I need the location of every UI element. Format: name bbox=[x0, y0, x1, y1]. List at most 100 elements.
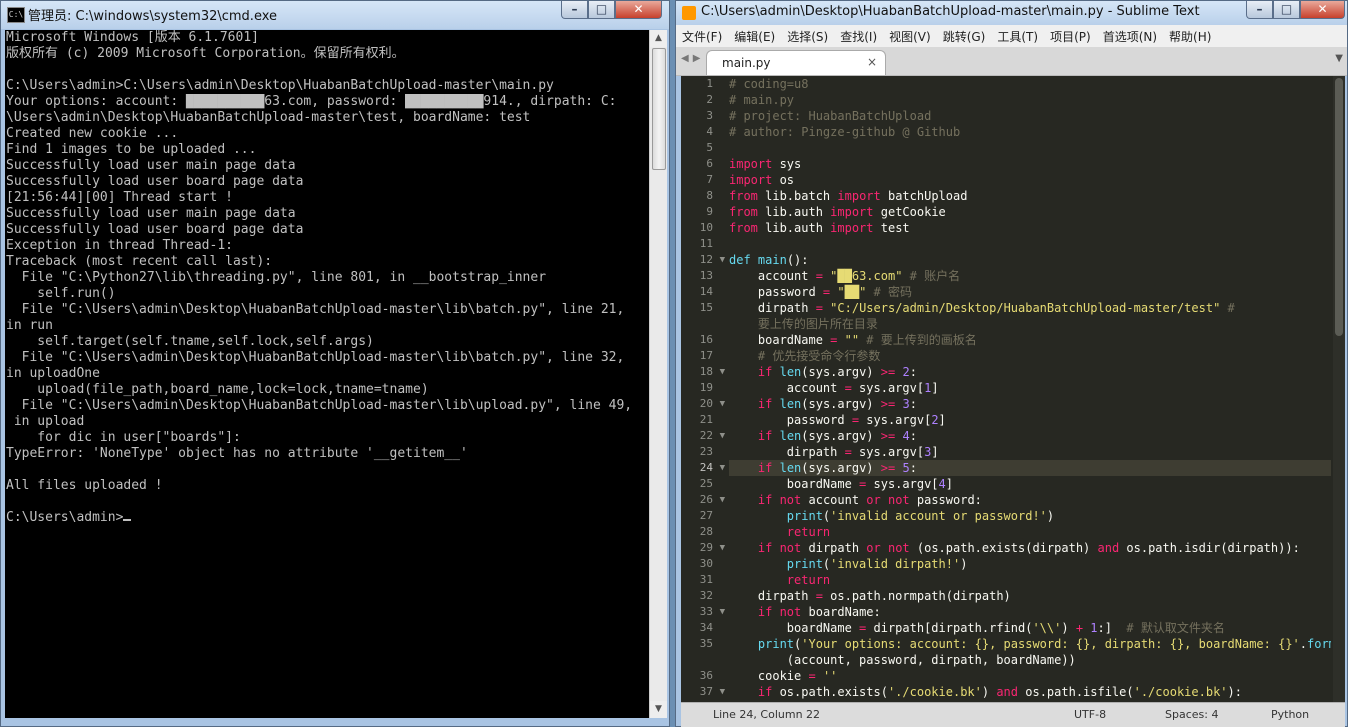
fold-arrow-icon[interactable]: ▼ bbox=[720, 540, 725, 556]
code-token: 'invalid account or password!' bbox=[830, 509, 1047, 523]
code-token: (sys.argv) bbox=[801, 397, 881, 411]
code-token: dirpath[dirpath.rfind( bbox=[866, 621, 1033, 635]
console-line: File "C:\Python27\lib\threading.py", lin… bbox=[6, 270, 547, 285]
code-token: boardName: bbox=[801, 605, 881, 619]
console-line: Successfully load user board page data bbox=[6, 174, 304, 189]
indentation-indicator[interactable]: Spaces: 4 bbox=[1165, 708, 1218, 721]
code-token: if not bbox=[757, 541, 802, 555]
code-token: = bbox=[844, 381, 852, 395]
cmd-scroll-thumb[interactable] bbox=[652, 48, 666, 170]
code-token: + bbox=[1075, 621, 1084, 635]
console-line: Traceback (most recent call last): bbox=[6, 254, 273, 269]
code-token: password: bbox=[909, 493, 982, 507]
code-token: lib.auth bbox=[757, 205, 831, 219]
code-token: batchUpload bbox=[880, 189, 968, 203]
line-number: 12 ▼ bbox=[699, 252, 725, 268]
minimize-icon[interactable]: – bbox=[1246, 1, 1273, 19]
code-line: if len(sys.argv) >= 3: bbox=[729, 396, 1331, 412]
syntax-indicator[interactable]: Python bbox=[1271, 708, 1309, 721]
code-line: return bbox=[729, 572, 1331, 588]
code-token: os bbox=[772, 173, 795, 187]
code-token: 'Your options: account: {}, password: {}… bbox=[801, 637, 1300, 651]
code-token: './cookie.bk' bbox=[1133, 685, 1228, 699]
tab-dropdown-icon[interactable]: ▼ bbox=[1335, 53, 1343, 64]
tab-close-icon[interactable]: × bbox=[867, 55, 877, 69]
close-icon[interactable]: ✕ bbox=[615, 1, 662, 19]
cmd-app-icon[interactable]: C:\ bbox=[7, 7, 25, 23]
menu-item[interactable]: 首选项(N) bbox=[1097, 28, 1163, 45]
fold-arrow-icon[interactable]: ▼ bbox=[720, 492, 725, 508]
maximize-icon[interactable]: □ bbox=[588, 1, 615, 19]
fold-arrow-icon[interactable]: ▼ bbox=[720, 428, 725, 444]
menu-item[interactable]: 选择(S) bbox=[781, 28, 834, 45]
code-token: (sys.argv) bbox=[801, 365, 881, 379]
scroll-up-icon[interactable]: ▲ bbox=[650, 30, 667, 47]
fold-arrow-icon[interactable]: ▼ bbox=[720, 252, 725, 268]
code-token: format bbox=[1307, 637, 1331, 651]
code-editor[interactable]: 1 2 3 4 5 6 7 8 9 10 11 12 ▼ 13 14 15 16 17 18 ▼ 19 20 ▼ 21 22 ▼ 2… bbox=[681, 76, 1345, 702]
close-icon[interactable]: ✕ bbox=[1300, 1, 1345, 19]
code-area[interactable]: # coding=u8 # main.py # project: HuabanBat… bbox=[729, 76, 1331, 702]
code-token: len bbox=[779, 397, 802, 411]
code-line: if not boardName: bbox=[729, 604, 1331, 620]
menu-item[interactable]: 查找(I) bbox=[834, 28, 883, 45]
fold-arrow-icon[interactable]: ▼ bbox=[720, 396, 725, 412]
tab-scroll-arrows-icon[interactable]: ◀▶ bbox=[681, 53, 704, 64]
menu-item[interactable]: 跳转(G) bbox=[937, 28, 992, 45]
code-line: import os bbox=[729, 172, 1331, 188]
menu-item[interactable]: 帮助(H) bbox=[1163, 28, 1217, 45]
sublime-titlebar[interactable]: C:\Users\admin\Desktop\HuabanBatchUpload… bbox=[676, 1, 1347, 25]
sublime-window-title: C:\Users\admin\Desktop\HuabanBatchUpload… bbox=[701, 4, 1200, 19]
code-token: 4 bbox=[938, 477, 946, 491]
line-number-gutter[interactable]: 1 2 3 4 5 6 7 8 9 10 11 12 ▼ 13 14 15 16 17 18 ▼ 19 20 ▼ 21 22 ▼ 2… bbox=[681, 76, 727, 702]
menu-item[interactable]: 项目(P) bbox=[1044, 28, 1097, 45]
code-token: account bbox=[801, 493, 867, 507]
tab-main-py[interactable]: main.py × bbox=[706, 50, 886, 75]
menu-item[interactable]: 工具(T) bbox=[991, 28, 1044, 45]
line-number: 9 bbox=[706, 205, 713, 218]
console-text: Microsoft Windows [版本 6.1.7601] 版权所有 (c) … bbox=[5, 30, 649, 526]
fold-arrow-icon[interactable]: ▼ bbox=[720, 460, 725, 476]
maximize-icon[interactable]: □ bbox=[1273, 1, 1300, 19]
encoding-indicator[interactable]: UTF-8 bbox=[1074, 708, 1106, 721]
code-token: ] bbox=[931, 445, 939, 459]
minimize-icon[interactable]: – bbox=[561, 1, 588, 19]
code-token: and bbox=[1097, 541, 1120, 555]
code-token: >= bbox=[880, 461, 896, 475]
menu-item[interactable]: 视图(V) bbox=[883, 28, 937, 45]
console-line: All files uploaded ! bbox=[6, 478, 163, 493]
scroll-down-icon[interactable]: ▼ bbox=[650, 701, 667, 718]
editor-scrollbar[interactable] bbox=[1333, 76, 1345, 702]
menu-item[interactable]: 编辑(E) bbox=[728, 28, 781, 45]
code-token: = bbox=[808, 669, 816, 683]
code-line: import sys bbox=[729, 156, 1331, 172]
line-number: 21 bbox=[699, 413, 713, 426]
fold-arrow-icon[interactable]: ▼ bbox=[720, 364, 725, 380]
fold-arrow-icon[interactable]: ▼ bbox=[720, 684, 725, 700]
code-token: or not bbox=[866, 541, 910, 555]
code-token: boardName bbox=[729, 333, 831, 347]
editor-scroll-thumb[interactable] bbox=[1335, 78, 1343, 336]
code-token: 3 bbox=[902, 397, 910, 411]
code-token: os.path.normpath(dirpath) bbox=[822, 589, 1011, 603]
sublime-app-icon[interactable] bbox=[682, 6, 696, 20]
code-token: # author: Pingze-github @ Github bbox=[729, 125, 961, 139]
cmd-titlebar[interactable]: C:\ 管理员: C:\windows\system32\cmd.exe – □… bbox=[1, 1, 669, 29]
cmd-window-title: 管理员: C:\windows\system32\cmd.exe bbox=[28, 9, 277, 24]
code-line: if not account or not password: bbox=[729, 492, 1331, 508]
menu-item[interactable]: 文件(F) bbox=[676, 28, 728, 45]
console-output[interactable]: Microsoft Windows [版本 6.1.7601] 版权所有 (c) … bbox=[5, 30, 649, 718]
fold-arrow-icon[interactable]: ▼ bbox=[720, 604, 725, 620]
cmd-scrollbar[interactable]: ▲ ▼ bbox=[649, 30, 667, 718]
console-line: Successfully load user main page data bbox=[6, 206, 296, 221]
line-number: 6 bbox=[706, 157, 713, 170]
code-line: (account, password, dirpath, boardName)) bbox=[729, 652, 1331, 668]
code-token: '' bbox=[822, 669, 838, 683]
